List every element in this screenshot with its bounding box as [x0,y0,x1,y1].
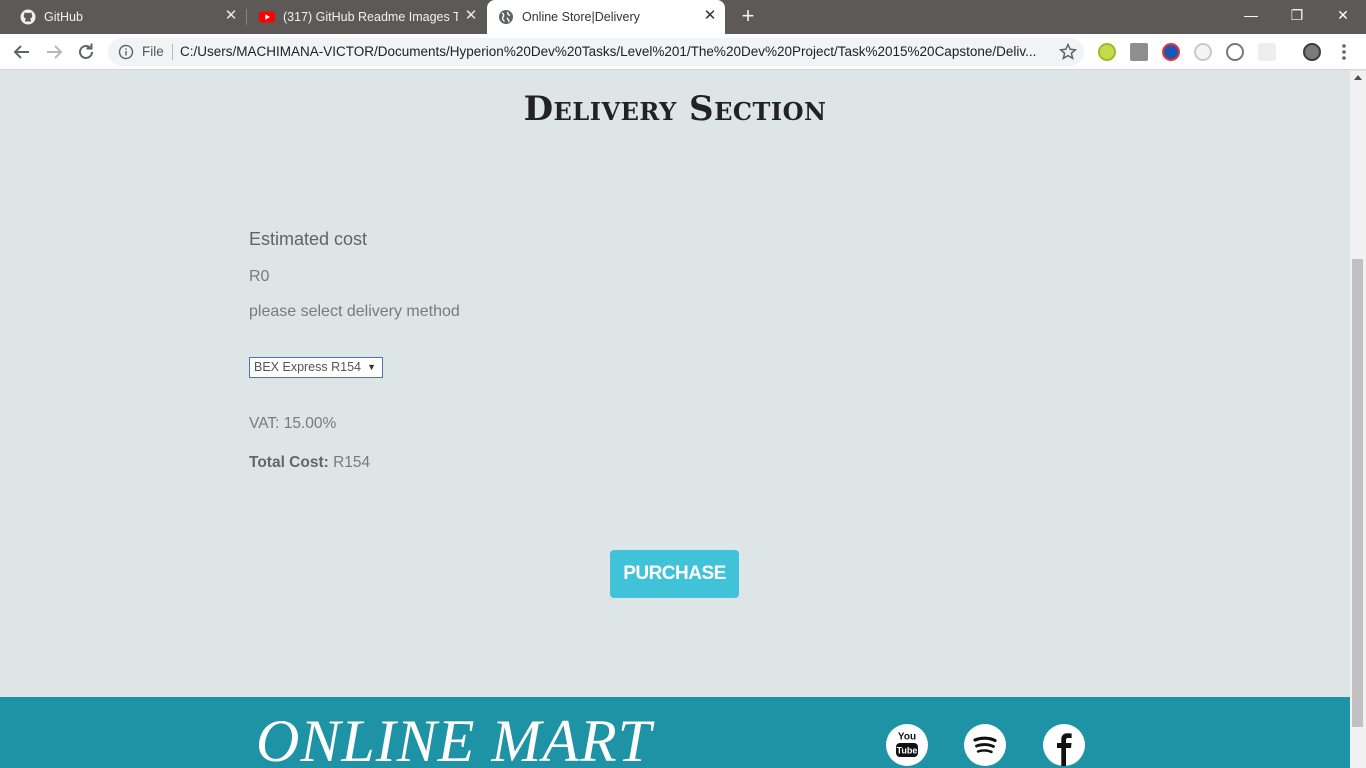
youtube-logo-tube: Tube [897,746,918,756]
youtube-logo-you: You [898,732,916,743]
spotify-link[interactable] [964,724,1006,766]
reload-icon[interactable] [74,40,98,64]
delivery-hint: please select delivery method [249,303,460,320]
profile-avatar[interactable] [1303,43,1321,61]
extension-icon[interactable] [1162,43,1180,61]
tab-strip: GitHub ✕ (317) GitHub Readme Images Tut … [0,0,1366,34]
page-scrollbar[interactable] [1350,71,1366,768]
url-text[interactable]: C:/Users/MACHIMANA-VICTOR/Documents/Hype… [180,44,1050,59]
estimated-cost-heading: Estimated cost [249,229,368,249]
tab-online-store[interactable]: Online Store|Delivery ✕ [487,0,725,34]
address-bar[interactable]: File C:/Users/MACHIMANA-VICTOR/Documents… [108,38,1084,66]
tab-title: Online Store|Delivery [522,10,640,24]
new-tab-button[interactable]: + [737,5,759,28]
tab-github[interactable]: GitHub ✕ [0,0,246,34]
tab-youtube[interactable]: (317) GitHub Readme Images Tut ✕ [247,0,487,34]
total-cost-value: R154 [333,454,371,471]
extension-icon[interactable] [1226,43,1244,61]
delivery-method-select[interactable]: BEX Express R154 ▼ [249,357,383,378]
facebook-link[interactable] [1043,724,1085,766]
close-tab-icon[interactable]: ✕ [701,7,719,25]
vat-text: VAT: 15.00% [249,415,337,432]
footer-brand: ONLINE MART [256,708,653,768]
dropdown-arrow-icon: ▼ [367,362,376,372]
minimize-button[interactable]: — [1228,0,1274,30]
info-icon[interactable] [118,44,134,60]
close-window-button[interactable]: ✕ [1320,0,1366,30]
youtube-link[interactable]: You Tube [886,724,928,766]
youtube-icon [259,11,275,23]
globe-icon [499,10,513,24]
close-tab-icon[interactable]: ✕ [222,7,240,25]
scroll-up-arrow-icon[interactable] [1354,75,1362,80]
github-icon [20,9,36,25]
bookmark-star-icon[interactable] [1058,42,1078,62]
scheme-label: File [142,44,164,59]
address-divider [172,44,173,60]
scroll-thumb[interactable] [1352,259,1363,727]
purchase-button[interactable]: PURCHASE [610,550,739,598]
page-title: Delivery Section [523,89,827,129]
spotify-icon [973,736,997,754]
footer: ONLINE MART You Tube [0,697,1350,768]
total-cost-label: Total Cost: [249,454,329,471]
extension-icon[interactable] [1098,43,1116,61]
facebook-icon [1057,733,1072,766]
tab-title: (317) GitHub Readme Images Tut [283,10,458,24]
extension-icon[interactable] [1258,43,1276,61]
extension-icon[interactable] [1194,43,1212,61]
total-cost: Total Cost: R154 [249,454,370,472]
restore-button[interactable]: ❐ [1274,0,1320,30]
tab-title: GitHub [44,10,83,24]
forward-icon[interactable] [42,40,66,64]
close-tab-icon[interactable]: ✕ [462,7,480,25]
estimated-cost-value: R0 [249,268,270,285]
back-icon[interactable] [10,40,34,64]
delivery-select-value: BEX Express R154 [254,360,361,374]
browser-toolbar: File C:/Users/MACHIMANA-VICTOR/Documents… [0,34,1366,70]
youtube-icon: You Tube [896,732,918,757]
page-viewport: Delivery Section Estimated cost R0 pleas… [0,71,1350,768]
more-menu-icon[interactable] [1336,42,1352,62]
pdf-extension-icon[interactable] [1130,43,1148,61]
